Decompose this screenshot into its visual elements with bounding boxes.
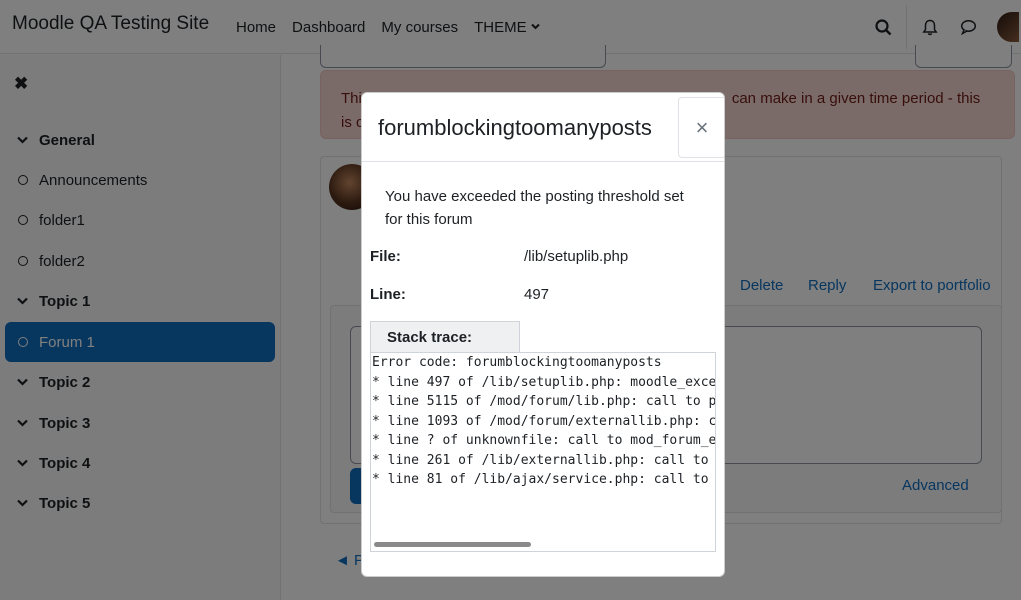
stack-line: * line 497 of /lib/setuplib.php: moodle_…: [372, 374, 716, 390]
close-icon[interactable]: ×: [678, 97, 724, 158]
line-label: Line:: [370, 286, 406, 303]
file-label: File:: [370, 248, 401, 265]
stack-line: * line 1093 of /mod/forum/externallib.ph…: [372, 413, 716, 429]
stack-line: * line ? of unknownfile: call to mod_for…: [372, 433, 716, 448]
modal-header: forumblockingtoomanyposts ×: [362, 93, 724, 162]
error-modal: forumblockingtoomanyposts × You have exc…: [361, 92, 725, 577]
stack-trace-box[interactable]: Error code: forumblockingtoomanyposts * …: [370, 352, 716, 552]
horizontal-scrollbar[interactable]: [374, 542, 531, 547]
error-message: You have exceeded the posting threshold …: [385, 188, 684, 228]
stack-line: * line 81 of /lib/ajax/service.php: call…: [372, 472, 716, 487]
modal-title: forumblockingtoomanyposts: [378, 115, 652, 140]
stack-line: * line 261 of /lib/externallib.php: call…: [372, 452, 716, 468]
line-value: 497: [524, 286, 550, 303]
file-value: /lib/setuplib.php: [524, 248, 629, 265]
stack-line: Error code: forumblockingtoomanyposts: [372, 355, 662, 370]
stack-trace-label: Stack trace:: [370, 321, 520, 353]
stack-line: * line 5115 of /mod/forum/lib.php: call …: [372, 394, 716, 409]
